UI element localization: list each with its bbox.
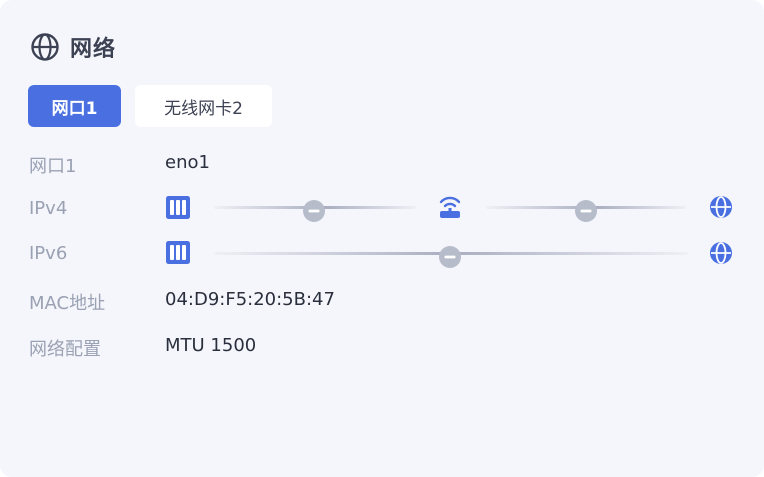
status-minus-icon: [575, 200, 597, 222]
network-card: 网络 网口1 无线网卡2 网口1 eno1 IPv4 IPv6 MAC地址 04…: [0, 0, 764, 477]
connection-diagrams: [166, 196, 732, 268]
server-icon: [166, 241, 190, 264]
router-wifi-icon: [439, 196, 461, 218]
status-minus-icon: [439, 246, 461, 268]
globe-icon: [710, 196, 732, 218]
status-minus-icon: [303, 200, 325, 222]
globe-icon: [710, 242, 732, 264]
server-icon: [166, 196, 190, 219]
